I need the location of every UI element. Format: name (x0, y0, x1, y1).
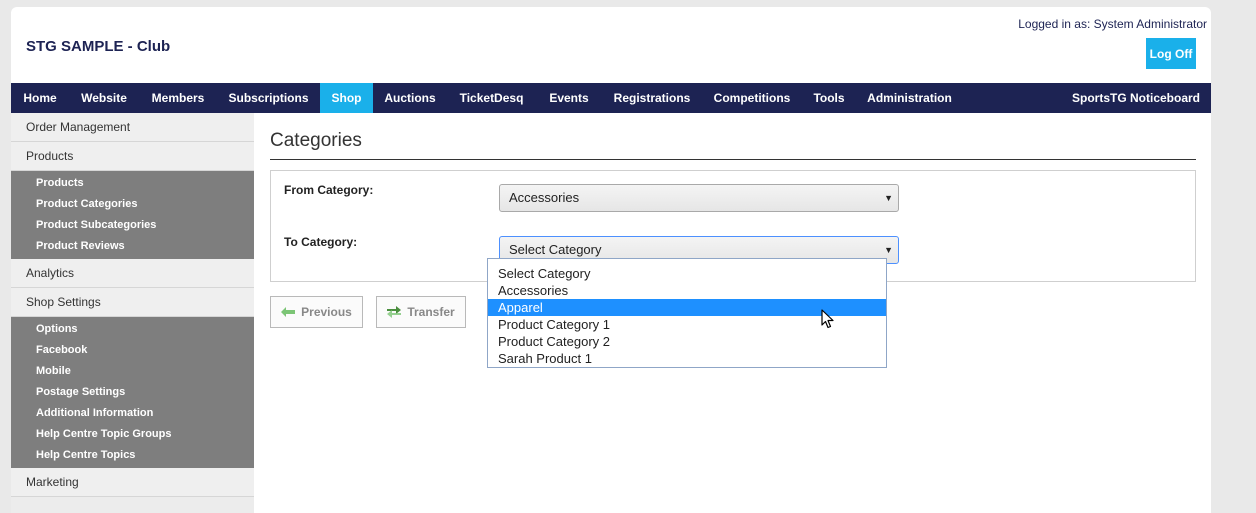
sidebar-marketing[interactable]: Marketing (11, 468, 254, 497)
sidebar-item-product-categories[interactable]: Product Categories (11, 194, 254, 215)
nav-competitions[interactable]: Competitions (702, 83, 802, 113)
transfer-button[interactable]: Transfer (376, 296, 466, 328)
nav-sportstg-noticeboard[interactable]: SportsTG Noticeboard (1061, 83, 1211, 113)
sidebar-item-product-subcategories[interactable]: Product Subcategories (11, 215, 254, 236)
nav-events[interactable]: Events (536, 83, 602, 113)
club-title: STG SAMPLE - Club (26, 38, 171, 55)
transfer-button-label: Transfer (407, 305, 455, 319)
logged-in-status: Logged in as: System Administrator (1018, 17, 1207, 31)
dropdown-option[interactable]: Product Category 2 (488, 333, 886, 350)
nav-ticketdesq[interactable]: TicketDesq (447, 83, 536, 113)
nav-tools[interactable]: Tools (802, 83, 856, 113)
nav-administration[interactable]: Administration (856, 83, 963, 113)
sidebar-products[interactable]: Products (11, 142, 254, 171)
nav-home[interactable]: Home (11, 83, 69, 113)
dropdown-arrow-icon: ▼ (884, 193, 893, 203)
sidebar-products-group: Products Product Categories Product Subc… (11, 171, 254, 259)
previous-button[interactable]: Previous (270, 296, 363, 328)
sidebar-shop-settings-group: Options Facebook Mobile Postage Settings… (11, 317, 254, 468)
nav-registrations[interactable]: Registrations (602, 83, 702, 113)
sidebar-item-facebook[interactable]: Facebook (11, 340, 254, 361)
title-divider (270, 159, 1196, 160)
main-nav: Home Website Members Subscriptions Shop … (11, 83, 1211, 113)
sidebar-item-postage-settings[interactable]: Postage Settings (11, 382, 254, 403)
sidebar: Order Management Products Products Produ… (11, 113, 254, 513)
sidebar-item-product-reviews[interactable]: Product Reviews (11, 236, 254, 257)
sidebar-item-help-centre-topic-groups[interactable]: Help Centre Topic Groups (11, 424, 254, 445)
nav-members[interactable]: Members (139, 83, 217, 113)
to-category-label: To Category: (284, 235, 358, 249)
log-off-button[interactable]: Log Off (1146, 38, 1196, 69)
transfer-icon (387, 306, 402, 318)
sidebar-analytics[interactable]: Analytics (11, 259, 254, 288)
nav-website[interactable]: Website (69, 83, 139, 113)
sidebar-item-additional-information[interactable]: Additional Information (11, 403, 254, 424)
sidebar-item-help-centre-topics[interactable]: Help Centre Topics (11, 445, 254, 466)
page-title: Categories (270, 130, 362, 151)
nav-shop[interactable]: Shop (320, 83, 373, 113)
nav-auctions[interactable]: Auctions (373, 83, 447, 113)
sidebar-shop-settings[interactable]: Shop Settings (11, 288, 254, 317)
from-category-select[interactable]: Accessories ▼ (499, 184, 899, 212)
sidebar-item-options[interactable]: Options (11, 319, 254, 340)
sidebar-item-mobile[interactable]: Mobile (11, 361, 254, 382)
nav-subscriptions[interactable]: Subscriptions (217, 83, 320, 113)
dropdown-option[interactable]: Accessories (488, 282, 886, 299)
sidebar-order-management[interactable]: Order Management (11, 113, 254, 142)
sidebar-item-products[interactable]: Products (11, 173, 254, 194)
to-category-value: Select Category (509, 242, 602, 257)
dropdown-option[interactable]: Select Category (488, 265, 886, 282)
mouse-cursor-icon (821, 309, 834, 329)
from-category-value: Accessories (509, 190, 580, 205)
from-category-label: From Category: (284, 183, 374, 197)
arrow-left-icon (281, 307, 296, 317)
previous-button-label: Previous (301, 305, 352, 319)
dropdown-option[interactable]: Sarah Product 1 (488, 350, 886, 367)
